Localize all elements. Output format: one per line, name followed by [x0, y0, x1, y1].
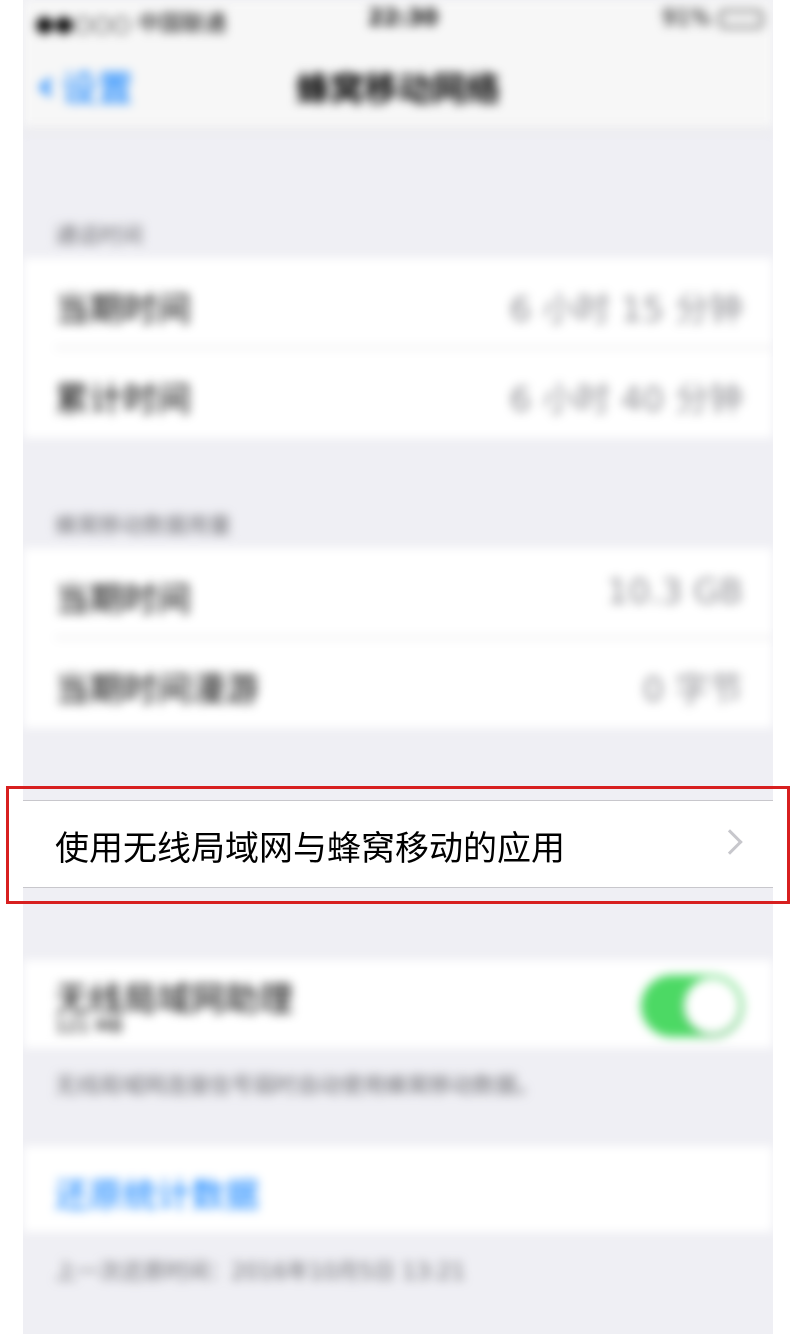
clock: 22:30 [368, 6, 439, 31]
battery-icon [719, 9, 763, 28]
page-title: 蜂窝移动网络 [296, 70, 500, 110]
apps-using-wlan-cellular-row[interactable]: 使用无线局域网与蜂窝移动的应用 [23, 800, 773, 888]
battery-percent: 91% [662, 6, 711, 31]
reset-stats-button[interactable]: 还原统计数据 [55, 1168, 259, 1217]
settings-screen: ●●○○○ 中国联通 22:30 91% ‹ 设置 蜂窝移动网络 通话时间 当期… [23, 0, 773, 1334]
row-label: 累计时间 [55, 380, 191, 420]
carrier-label: ●●○○○ 中国联通 [35, 12, 226, 37]
row-value: 0 字节 [642, 670, 743, 710]
navigation-bar: ‹ 设置 蜂窝移动网络 [23, 40, 773, 130]
row-value: 10.3 GB [606, 572, 743, 612]
toggle-knob [684, 978, 740, 1034]
wifi-assist-usage: 121 MB [55, 1016, 123, 1037]
call-time-current-row: 当期时间 6 小时 15 分钟 [23, 258, 773, 348]
row-value: 6 小时 15 分钟 [509, 290, 743, 330]
chevron-right-icon [717, 829, 743, 855]
wifi-assist-row: 无线局域网助理 121 MB [23, 960, 773, 1048]
row-label: 当期时间 [55, 290, 191, 330]
wifi-assist-label: 无线局域网助理 [55, 980, 293, 1020]
data-current-row: 当期时间 10.3 GB [23, 548, 773, 638]
reset-stats-row[interactable]: 还原统计数据 [23, 1146, 773, 1232]
status-bar: ●●○○○ 中国联通 22:30 91% [23, 0, 773, 40]
wifi-assist-toggle[interactable] [641, 975, 743, 1037]
call-time-total-row: 累计时间 6 小时 40 分钟 [23, 348, 773, 438]
data-roaming-row: 当期时间漫游 0 字节 [23, 638, 773, 728]
status-right: 91% [662, 6, 763, 31]
wifi-assist-footer: 无线局域网连接信号弱时自动使用蜂窝移动数据。 [55, 1074, 540, 1099]
reset-footer: 上一次还原时间：2016年10月5日 13:21 [55, 1260, 466, 1285]
row-value: 6 小时 40 分钟 [509, 380, 743, 420]
apps-using-wlan-cellular-label: 使用无线局域网与蜂窝移动的应用 [55, 829, 565, 869]
section-header-cellular-data: 蜂窝移动数据用量 [55, 514, 232, 539]
section-header-call-time: 通话时间 [55, 224, 144, 249]
row-label: 当期时间 [55, 580, 191, 620]
row-label: 当期时间漫游 [55, 670, 259, 710]
